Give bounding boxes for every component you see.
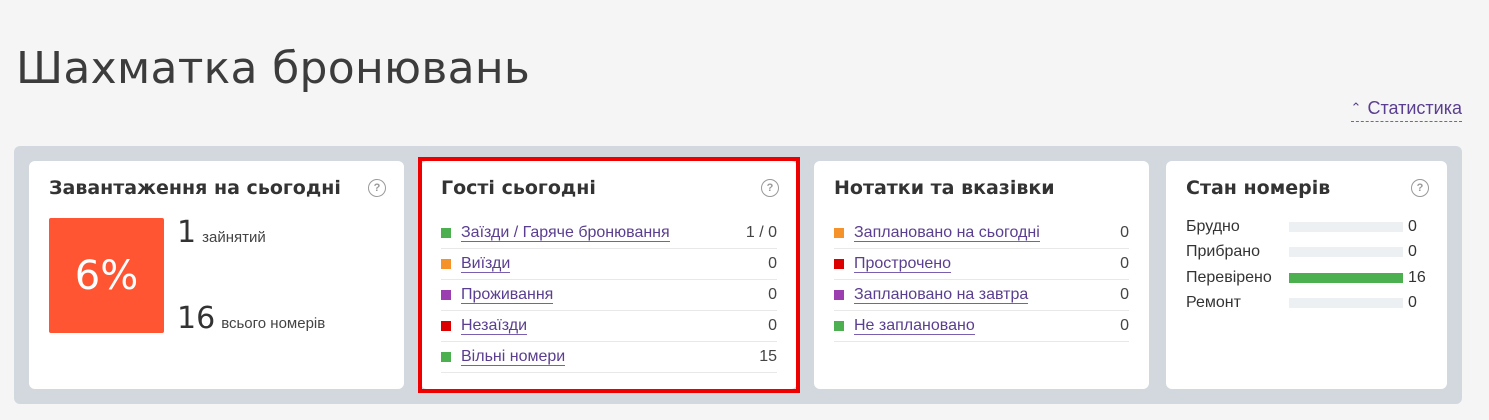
page-title: Шахматка бронювань [16, 43, 531, 95]
status-color-swatch [441, 290, 451, 300]
list-item: Прострочено 0 [834, 249, 1129, 280]
help-icon[interactable]: ? [761, 179, 779, 197]
room-status-row: Ремонт 0 [1186, 291, 1427, 317]
status-color-swatch [441, 352, 451, 362]
occupied-label: зайнятий [202, 229, 266, 246]
status-color-swatch [834, 321, 844, 331]
list-item-value: 0 [768, 255, 777, 272]
guests-today-list: Заїзди / Гаряче бронювання 1 / 0 Виїзди 0 Пр… [441, 218, 777, 373]
room-status-row: Перевірено 16 [1186, 265, 1427, 291]
occupied-stat: 1 зайнятий [177, 215, 266, 250]
status-color-swatch [834, 290, 844, 300]
room-status-row: Прибрано 0 [1186, 240, 1427, 266]
room-status-card: Стан номерів ? Брудно 0 Прибрано 0 Перевірен… [1166, 161, 1447, 389]
room-status-list: Брудно 0 Прибрано 0 Перевірено 16 Ремонт 0 [1186, 214, 1427, 316]
room-status-bar [1289, 298, 1403, 309]
status-color-swatch [834, 259, 844, 269]
occupancy-title: Завантаження на сьогодні [49, 177, 341, 199]
total-rooms-label: всього номерів [221, 315, 326, 332]
status-color-swatch [834, 228, 844, 238]
list-item-value: 0 [1120, 255, 1129, 272]
list-item: Не заплановано 0 [834, 311, 1129, 342]
list-item-link[interactable]: Вільні номери [461, 348, 566, 366]
list-item: Заплановано на завтра 0 [834, 280, 1129, 311]
notes-card: Нотатки та вказівки Заплановано на сього… [814, 161, 1149, 389]
list-item: Незаїзди 0 [441, 311, 777, 342]
room-status-bar [1289, 272, 1403, 283]
status-color-swatch [441, 228, 451, 238]
list-item-link[interactable]: Проживання [461, 286, 554, 304]
notes-list: Заплановано на сьогодні 0 Прострочено 0 Запл… [834, 218, 1129, 342]
list-item-link[interactable]: Незаїзди [461, 317, 528, 335]
room-status-bar [1289, 247, 1403, 258]
statistics-toggle-label: Статистика [1367, 98, 1462, 118]
room-status-label: Брудно [1186, 217, 1240, 235]
list-item-value: 0 [1120, 224, 1129, 241]
list-item-value: 15 [759, 348, 777, 365]
help-icon[interactable]: ? [1411, 179, 1429, 197]
list-item: Заїзди / Гаряче бронювання 1 / 0 [441, 218, 777, 249]
list-item-value: 0 [768, 286, 777, 303]
list-item: Заплановано на сьогодні 0 [834, 218, 1129, 249]
total-rooms-stat: 16 всього номерів [177, 301, 325, 336]
room-status-value: 0 [1408, 243, 1417, 261]
room-status-value: 0 [1408, 217, 1417, 235]
total-rooms-count: 16 [177, 301, 216, 336]
occupancy-percent-badge: 6% [49, 218, 164, 333]
guests-today-title: Гості сьогодні [441, 177, 596, 199]
list-item-value: 0 [1120, 286, 1129, 303]
room-status-label: Прибрано [1186, 243, 1261, 261]
room-status-bar [1289, 221, 1403, 232]
list-item-value: 0 [1120, 317, 1129, 334]
room-status-title: Стан номерів [1186, 177, 1331, 199]
statistics-toggle[interactable]: ⌃ Статистика [1350, 98, 1462, 122]
status-color-swatch [441, 259, 451, 269]
list-item: Проживання 0 [441, 280, 777, 311]
room-status-label: Перевірено [1186, 268, 1272, 286]
room-status-value: 0 [1408, 294, 1417, 312]
list-item-link[interactable]: Заплановано на завтра [854, 286, 1029, 304]
occupied-count: 1 [177, 215, 197, 250]
list-item: Вільні номери 15 [441, 342, 777, 373]
list-item-link[interactable]: Заїзди / Гаряче бронювання [461, 224, 670, 242]
occupancy-card: Завантаження на сьогодні ? 6% 1 зайнятий… [29, 161, 404, 389]
room-status-value: 16 [1408, 268, 1426, 286]
status-color-swatch [441, 321, 451, 331]
list-item-link[interactable]: Не заплановано [854, 317, 975, 335]
list-item-value: 1 / 0 [745, 224, 777, 241]
list-item-link[interactable]: Прострочено [854, 255, 952, 273]
list-item-link[interactable]: Заплановано на сьогодні [854, 224, 1040, 242]
list-item-link[interactable]: Виїзди [461, 255, 511, 273]
list-item-value: 0 [768, 317, 777, 334]
room-status-bar-fill [1289, 272, 1403, 283]
list-item: Виїзди 0 [441, 249, 777, 280]
chevron-up-icon: ⌃ [1350, 99, 1362, 115]
room-status-row: Брудно 0 [1186, 214, 1427, 240]
room-status-label: Ремонт [1186, 294, 1241, 312]
notes-title: Нотатки та вказівки [834, 177, 1055, 199]
help-icon[interactable]: ? [368, 179, 386, 197]
guests-today-card: Гості сьогодні ? Заїзди / Гаряче бронюва… [421, 161, 797, 389]
